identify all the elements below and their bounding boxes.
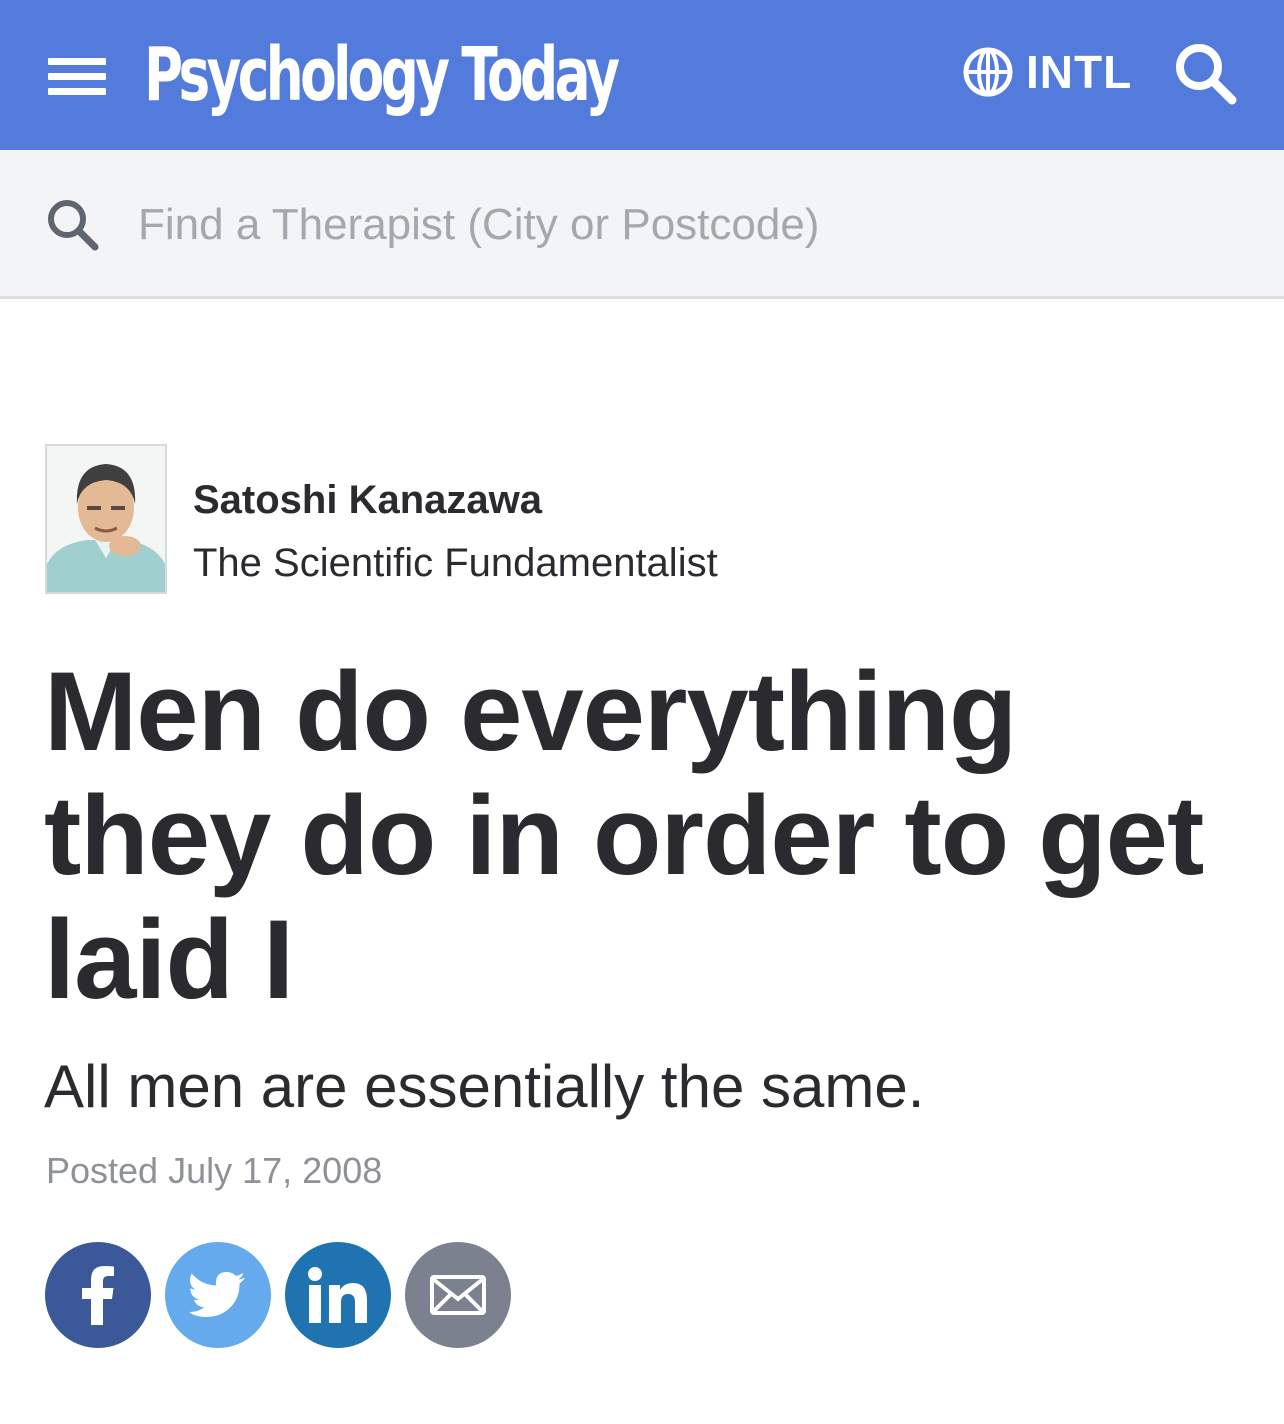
linkedin-icon xyxy=(308,1267,367,1323)
posted-date: Posted July 17, 2008 xyxy=(46,1150,383,1191)
search-icon xyxy=(48,200,99,251)
find-therapist-input[interactable] xyxy=(128,190,1248,260)
site-header: Psychology Today INTL xyxy=(0,0,1284,150)
email-share-button[interactable] xyxy=(405,1242,511,1348)
facebook-share-button[interactable] xyxy=(45,1242,151,1348)
article-subtitle: All men are essentially the same. xyxy=(44,1053,925,1120)
facebook-icon xyxy=(82,1266,114,1325)
author-photo-image xyxy=(47,446,165,592)
globe-icon xyxy=(963,47,1013,97)
search-icon[interactable] xyxy=(1172,40,1238,106)
find-therapist-bar xyxy=(0,150,1284,299)
intl-label: INTL xyxy=(1026,46,1133,98)
author-name[interactable]: Satoshi Kanazawa xyxy=(193,478,542,523)
email-icon xyxy=(430,1275,486,1315)
author-avatar[interactable] xyxy=(45,444,167,594)
intl-button[interactable]: INTL xyxy=(962,40,1132,104)
twitter-icon xyxy=(190,1272,245,1317)
site-logo[interactable]: Psychology Today xyxy=(144,30,620,120)
twitter-share-button[interactable] xyxy=(165,1242,271,1348)
article-title: Men do everything they do in order to ge… xyxy=(44,649,1204,1022)
menu-icon[interactable] xyxy=(48,58,106,95)
linkedin-share-button[interactable] xyxy=(285,1242,391,1348)
article-page: Psychology Today INTL Find a Therapist (… xyxy=(0,0,1284,1424)
blog-name[interactable]: The Scientific Fundamentalist xyxy=(193,541,718,586)
